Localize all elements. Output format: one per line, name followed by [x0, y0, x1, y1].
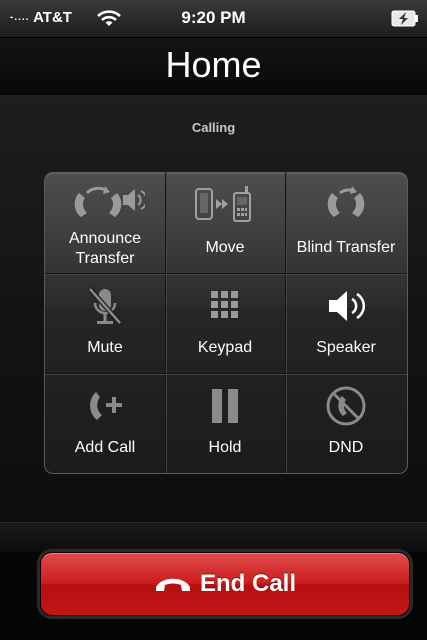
keypad-button[interactable]: Keypad: [165, 273, 285, 373]
call-actions-panel: Announce Transfer Move Blind Transfer Mu…: [44, 172, 408, 474]
grid-divider: [45, 273, 407, 274]
announce-transfer-label: Announce Transfer: [68, 230, 142, 267]
move-button[interactable]: Move: [165, 173, 285, 273]
announce-transfer-icon: [45, 181, 165, 231]
add-call-icon: [45, 381, 165, 431]
speaker-icon: [285, 281, 407, 331]
mute-microphone-icon: [45, 281, 165, 331]
announce-transfer-button[interactable]: Announce Transfer: [45, 173, 165, 273]
move-call-icon: [165, 181, 285, 231]
add-call-button[interactable]: Add Call: [45, 373, 165, 473]
blind-transfer-label: Blind Transfer: [296, 239, 396, 256]
grid-divider: [45, 373, 407, 374]
keypad-icon: [165, 281, 285, 331]
hold-icon: [165, 381, 285, 431]
hold-button[interactable]: Hold: [165, 373, 285, 473]
dnd-button[interactable]: DND: [285, 373, 407, 473]
mute-button[interactable]: Mute: [45, 273, 165, 373]
keypad-label: Keypad: [197, 339, 253, 356]
end-call-label: End Call: [199, 570, 296, 597]
bottom-strip: [0, 522, 427, 553]
blind-transfer-button[interactable]: Blind Transfer: [285, 173, 407, 273]
blind-transfer-icon: [285, 181, 407, 231]
page-title: Home: [165, 44, 262, 85]
grid-divider: [285, 173, 286, 473]
dnd-label: DND: [328, 439, 364, 456]
call-status: Calling: [191, 120, 236, 135]
move-label: Move: [205, 239, 245, 256]
hang-up-icon: [155, 578, 190, 591]
do-not-disturb-icon: [285, 381, 407, 431]
end-call-button[interactable]: End Call: [40, 552, 410, 616]
battery-charging-icon: [391, 10, 418, 27]
add-call-label: Add Call: [74, 439, 136, 456]
grid-divider: [165, 173, 166, 473]
mute-label: Mute: [87, 339, 123, 356]
speaker-button[interactable]: Speaker: [285, 273, 407, 373]
status-bar: -.... AT&T 9:20 PM: [0, 0, 427, 38]
clock: 9:20 PM: [181, 8, 246, 27]
hold-label: Hold: [208, 439, 242, 456]
title-bar: Home: [0, 38, 427, 95]
speaker-label: Speaker: [316, 339, 376, 356]
